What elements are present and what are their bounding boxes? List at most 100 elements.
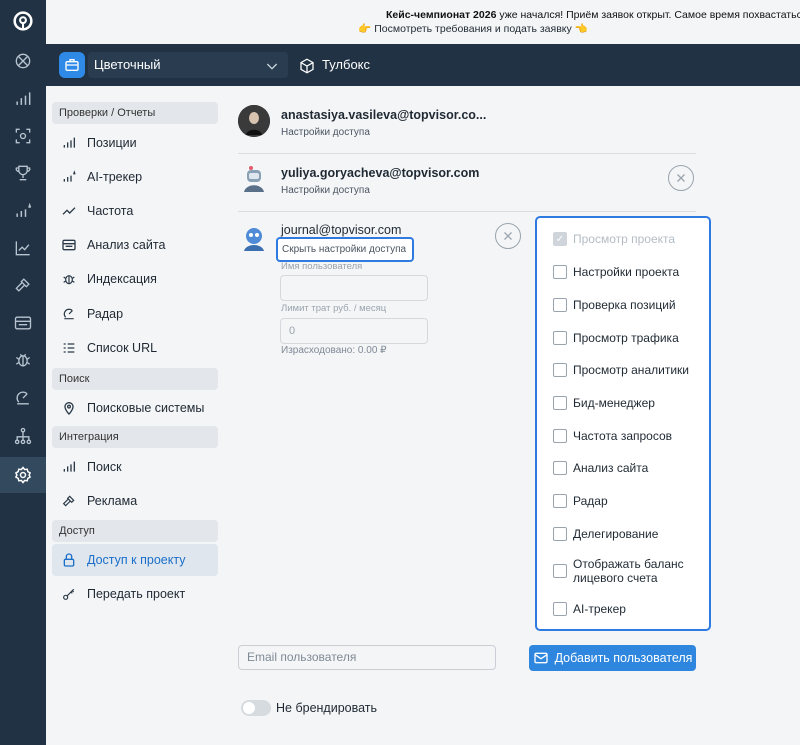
- sidebar-item-search-engines[interactable]: Поисковые системы: [52, 392, 218, 424]
- hammer-nav-icon[interactable]: [0, 267, 46, 303]
- section-checks-reports: Проверки / Отчеты: [52, 102, 218, 124]
- email-input[interactable]: Email пользователя: [238, 645, 496, 670]
- avatar: [238, 105, 270, 137]
- remove-user-button[interactable]: [495, 223, 521, 249]
- checkbox[interactable]: [553, 461, 567, 475]
- permission-ai-tracker[interactable]: AI-трекер: [553, 602, 626, 616]
- permission-view-analytics[interactable]: Просмотр аналитики: [553, 363, 689, 377]
- section-access: Доступ: [52, 520, 218, 542]
- sidebar-item-transfer-project[interactable]: Передать проект: [52, 578, 218, 610]
- checkbox[interactable]: [553, 429, 567, 443]
- positions-nav-icon[interactable]: [0, 81, 46, 117]
- bar-chart-icon: [60, 134, 78, 152]
- limit-input[interactable]: 0: [280, 318, 428, 344]
- ai-chart-icon: [60, 168, 78, 186]
- checkbox[interactable]: [553, 494, 567, 508]
- sidebar-item-site-audit[interactable]: Анализ сайта: [52, 229, 218, 261]
- bug-icon: [60, 270, 78, 288]
- project-name: Цветочный: [94, 57, 161, 72]
- user-row: yuliya.goryacheva@topvisor.com Настройки…: [238, 154, 696, 212]
- sidebar-item-radar[interactable]: Радар: [52, 298, 218, 330]
- structure-icon[interactable]: [0, 418, 46, 454]
- section-search: Поиск: [52, 368, 218, 390]
- sidebar-item-positions[interactable]: Позиции: [52, 127, 218, 159]
- checkbox[interactable]: [553, 527, 567, 541]
- permission-query-frequency[interactable]: Частота запросов: [553, 429, 672, 443]
- lock-icon: [60, 551, 78, 569]
- avatar: [238, 164, 270, 196]
- permission-view-traffic[interactable]: Просмотр трафика: [553, 331, 679, 345]
- project-access-panel: anastasiya.vasileva@topvisor.co... Настр…: [228, 86, 800, 745]
- trend-nav-icon[interactable]: [0, 230, 46, 266]
- site-audit-nav-icon[interactable]: [0, 305, 46, 341]
- user-email: anastasiya.vasileva@topvisor.co...: [281, 108, 487, 122]
- username-label: Имя пользователя: [281, 261, 363, 272]
- hide-access-settings-button[interactable]: Скрыть настройки доступа: [276, 237, 414, 262]
- checkbox[interactable]: [553, 396, 567, 410]
- topvisor-logo-icon[interactable]: [0, 0, 46, 42]
- sidebar-item-ai-tracker[interactable]: AI-трекер: [52, 161, 218, 193]
- permission-project-settings[interactable]: Настройки проекта: [553, 265, 679, 279]
- toggle-knob: [243, 702, 255, 714]
- no-branding-toggle[interactable]: [241, 700, 271, 716]
- user-email: yuliya.goryacheva@topvisor.com: [281, 166, 480, 180]
- checkbox[interactable]: [553, 602, 567, 616]
- bar-chart-icon: [60, 458, 78, 476]
- permissions-panel: ✓ Просмотр проекта Настройки проекта Про…: [535, 216, 711, 631]
- access-settings-link[interactable]: Настройки доступа: [281, 185, 370, 196]
- trophy-icon[interactable]: [0, 155, 46, 191]
- permission-position-check[interactable]: Проверка позиций: [553, 298, 676, 312]
- toolbox-button[interactable]: Тулбокс: [298, 52, 370, 78]
- banner-link[interactable]: 👉 Посмотреть требования и подать заявку …: [46, 22, 800, 36]
- permission-site-audit[interactable]: Анализ сайта: [553, 461, 648, 475]
- checkbox: ✓: [553, 232, 567, 246]
- avatar: [238, 223, 270, 255]
- ai-tracker-nav-icon[interactable]: [0, 193, 46, 229]
- briefcase-icon[interactable]: [59, 52, 85, 78]
- location-pin-icon: [60, 399, 78, 417]
- screenshot-icon[interactable]: [0, 118, 46, 154]
- toolbox-label: Тулбокс: [322, 57, 371, 72]
- checkbox[interactable]: [553, 265, 567, 279]
- sidebar-item-ads[interactable]: Реклама: [52, 485, 218, 517]
- banner-text: Кейс-чемпионат 2026 уже начался! Приём з…: [386, 9, 800, 21]
- permission-show-balance[interactable]: Отображать баланс лицевого счета: [553, 557, 703, 585]
- key-icon: [60, 585, 78, 603]
- spent-text: Израсходовано: 0.00 ₽: [281, 345, 387, 356]
- checkbox[interactable]: [553, 564, 567, 578]
- remove-user-button[interactable]: [668, 165, 694, 191]
- permission-delegation[interactable]: Делегирование: [553, 527, 658, 541]
- permission-bid-manager[interactable]: Бид-менеджер: [553, 396, 655, 410]
- list-icon: [60, 339, 78, 357]
- user-row: anastasiya.vasileva@topvisor.co... Настр…: [238, 96, 696, 154]
- sidebar-item-frequency[interactable]: Частота: [52, 195, 218, 227]
- settings-sidebar: Проверки / Отчеты Позиции AI-трекер Част…: [46, 86, 228, 745]
- project-select[interactable]: Цветочный: [88, 52, 288, 78]
- bug-nav-icon[interactable]: [0, 342, 46, 378]
- limit-label: Лимит трат руб. / месяц: [281, 303, 387, 314]
- chevron-down-icon: [264, 52, 280, 78]
- site-audit-icon: [60, 236, 78, 254]
- sidebar-item-integration-search[interactable]: Поиск: [52, 451, 218, 483]
- radar-nav-icon[interactable]: [0, 380, 46, 416]
- settings-gear-icon[interactable]: [0, 457, 46, 493]
- announcement-banner: Кейс-чемпионат 2026 уже начался! Приём з…: [46, 0, 800, 44]
- checkbox[interactable]: [553, 331, 567, 345]
- user-email: journal@topvisor.com: [281, 223, 402, 237]
- sidebar-item-project-access[interactable]: Доступ к проекту: [52, 544, 218, 576]
- checkbox[interactable]: [553, 298, 567, 312]
- username-input[interactable]: [280, 275, 428, 301]
- project-bar: Цветочный Тулбокс: [46, 44, 800, 86]
- mail-icon: [533, 650, 549, 666]
- trend-icon: [60, 202, 78, 220]
- access-settings-link[interactable]: Настройки доступа: [281, 127, 370, 138]
- radar-icon: [60, 305, 78, 323]
- sidebar-item-url-list[interactable]: Список URL: [52, 332, 218, 364]
- cube-icon: [298, 52, 316, 78]
- sidebar-item-indexing[interactable]: Индексация: [52, 263, 218, 295]
- permission-radar[interactable]: Радар: [553, 494, 608, 508]
- checkbox[interactable]: [553, 363, 567, 377]
- no-branding-label: Не брендировать: [276, 701, 378, 715]
- add-user-button[interactable]: Добавить пользователя: [529, 645, 696, 671]
- projects-icon[interactable]: [0, 43, 46, 79]
